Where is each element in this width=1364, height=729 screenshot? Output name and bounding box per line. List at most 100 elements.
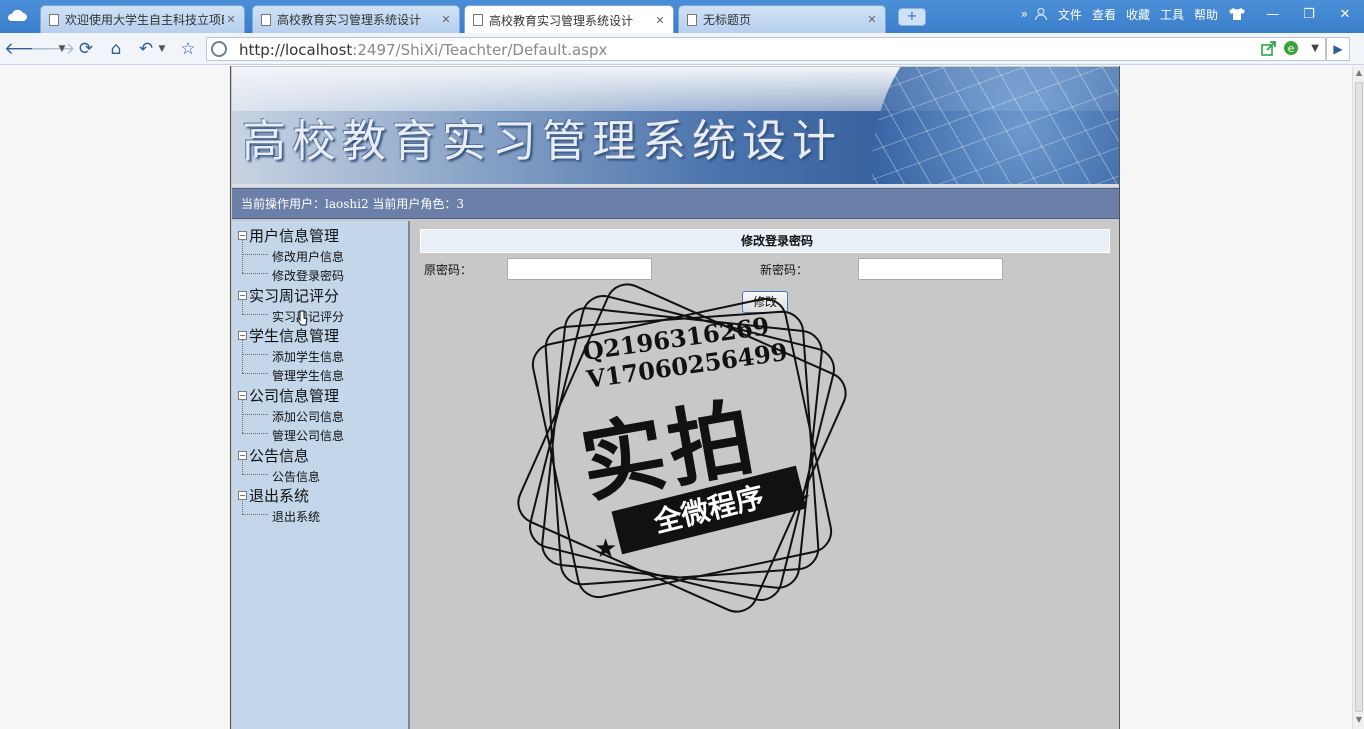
site-banner: 高校教育实习管理系统设计 <box>232 67 1119 187</box>
ie-engine-icon[interactable]: e <box>1283 40 1299 56</box>
url-path: :2497/ShiXi/Teachter/Default.aspx <box>352 41 608 59</box>
tab-label: 无标题页 <box>703 13 752 27</box>
new-tab-button[interactable]: + <box>898 8 926 26</box>
scroll-up-icon[interactable]: ▲ <box>1354 68 1364 80</box>
close-icon[interactable]: ✕ <box>653 14 667 27</box>
tree-group-notice[interactable]: − 公告信息 <box>238 445 309 466</box>
restore-button[interactable]: ❐ <box>1296 7 1322 22</box>
page-icon <box>473 14 483 26</box>
page-icon <box>261 13 271 26</box>
cloud-icon[interactable] <box>6 7 28 23</box>
sidebar-item-manage-company[interactable]: 管理公司信息 <box>272 427 344 444</box>
tree-connector <box>242 499 243 514</box>
tree-connector <box>242 299 243 314</box>
tab-welcome[interactable]: 欢迎使用大学生自主科技立项Ex ✕ <box>40 5 245 33</box>
skin-shirt-icon[interactable] <box>1228 7 1246 21</box>
tree-group-label: 公告信息 <box>249 447 310 465</box>
scrollbar-thumb[interactable] <box>1355 82 1363 712</box>
menu-help[interactable]: 帮助 <box>1194 6 1218 23</box>
modify-button[interactable]: 修改 <box>742 291 788 313</box>
main-content: 修改登录密码 原密码： 新密码： 修改 <box>412 221 1119 729</box>
site-container: 高校教育实习管理系统设计 当前操作用户：laoshi2 当前用户角色：3 − 用… <box>230 66 1120 729</box>
tree-group-label: 公司信息管理 <box>249 387 340 405</box>
page-viewport: 高校教育实习管理系统设计 当前操作用户：laoshi2 当前用户角色：3 − 用… <box>0 66 1352 729</box>
sidebar-item-edit-user[interactable]: 修改用户信息 <box>272 248 344 265</box>
sidebar-item-journal-score[interactable]: 实习周记评分 <box>272 308 344 325</box>
svg-text:e: e <box>1288 42 1295 55</box>
tab-system-design-2[interactable]: 高校教育实习管理系统设计 ✕ <box>464 5 674 34</box>
refresh-icon[interactable]: ⟳ <box>76 39 96 59</box>
close-window-button[interactable]: ✕ <box>1332 7 1358 22</box>
banner-divider <box>232 184 1119 187</box>
old-password-input[interactable] <box>507 258 652 280</box>
forward-icon[interactable]: 🡒 <box>30 39 76 59</box>
user-icon[interactable] <box>1034 7 1048 21</box>
share-icon[interactable] <box>1261 40 1277 56</box>
tree-connector <box>242 514 268 515</box>
history-dropdown-icon[interactable]: ▼ <box>52 39 72 59</box>
tab-system-design-1[interactable]: 高校教育实习管理系统设计 ✕ <box>252 5 460 33</box>
tree-connector <box>242 373 268 374</box>
form-title: 修改登录密码 <box>420 229 1110 253</box>
page-icon <box>687 13 697 26</box>
tree-connector <box>242 314 268 315</box>
tab-label: 欢迎使用大学生自主科技立项Ex <box>65 13 224 27</box>
tree-group-exit[interactable]: − 退出系统 <box>238 485 309 506</box>
chevron-right-icon[interactable]: » <box>1021 7 1028 21</box>
tree-connector <box>242 414 268 415</box>
favorite-star-icon[interactable]: ☆ <box>178 39 198 59</box>
tree-group-label: 学生信息管理 <box>249 327 340 345</box>
tree-group-student[interactable]: − 学生信息管理 <box>238 325 339 346</box>
tree-connector <box>242 459 243 474</box>
sidebar-item-add-company[interactable]: 添加公司信息 <box>272 408 344 425</box>
globe-grid <box>872 67 1119 187</box>
menu-tools[interactable]: 工具 <box>1160 6 1184 23</box>
sidebar-item-notice[interactable]: 公告信息 <box>272 468 320 485</box>
address-toolbar: 🡐 🡒 ▼ ⟳ ⌂ ↶ ▼ ☆ http://localhost:2497/Sh… <box>0 33 1364 65</box>
sidebar-item-exit[interactable]: 退出系统 <box>272 508 320 525</box>
minimize-button[interactable]: — <box>1260 7 1286 22</box>
menu-view[interactable]: 查看 <box>1092 6 1116 23</box>
tab-untitled[interactable]: 无标题页 ✕ <box>678 5 886 33</box>
url-dropdown-icon[interactable]: ▼ <box>1311 43 1319 54</box>
vertical-scrollbar[interactable]: ▲ ▼ <box>1352 66 1364 729</box>
home-icon[interactable]: ⌂ <box>106 39 126 59</box>
tree-group-journal[interactable]: − 实习周记评分 <box>238 285 339 306</box>
tree-connector <box>242 474 268 475</box>
url-host: http://localhost <box>239 41 353 59</box>
tree-connector <box>242 399 243 433</box>
back-icon[interactable]: 🡐 <box>4 39 50 59</box>
scroll-down-icon[interactable]: ▼ <box>1354 715 1364 727</box>
close-icon[interactable]: ✕ <box>439 13 453 26</box>
tree-group-company[interactable]: − 公司信息管理 <box>238 385 339 406</box>
tree-group-label: 用户信息管理 <box>249 227 340 245</box>
undo-dropdown-icon[interactable]: ▼ <box>152 39 172 59</box>
tree-group-user-info[interactable]: − 用户信息管理 <box>238 225 339 246</box>
menu-favorites[interactable]: 收藏 <box>1126 6 1150 23</box>
go-button[interactable]: ▶ <box>1326 37 1350 61</box>
menu-file[interactable]: 文件 <box>1058 6 1082 23</box>
browser-tab-strip: 欢迎使用大学生自主科技立项Ex ✕ 高校教育实习管理系统设计 ✕ 高校教育实习管… <box>0 0 1364 34</box>
new-password-label: 新密码： <box>760 263 809 277</box>
sidebar-item-manage-student[interactable]: 管理学生信息 <box>272 367 344 384</box>
sidebar-item-change-password[interactable]: 修改登录密码 <box>272 267 344 284</box>
tree-connector <box>242 433 268 434</box>
tree-group-label: 实习周记评分 <box>249 287 340 305</box>
tree-connector <box>242 239 243 273</box>
current-user-bar: 当前操作用户：laoshi2 当前用户角色：3 <box>232 188 1119 219</box>
old-password-label: 原密码： <box>424 263 473 277</box>
tree-connector <box>242 254 268 255</box>
tab-label: 高校教育实习管理系统设计 <box>489 13 634 28</box>
close-icon[interactable]: ✕ <box>224 13 238 26</box>
close-icon[interactable]: ✕ <box>865 13 879 26</box>
tab-label: 高校教育实习管理系统设计 <box>277 13 422 27</box>
new-password-input[interactable] <box>858 258 1003 280</box>
tree-connector <box>242 354 268 355</box>
tree-connector <box>242 339 243 373</box>
sidebar-tree: − 用户信息管理 修改用户信息 修改登录密码 − 实习周记评分 实习周记评分 −… <box>232 221 410 729</box>
mouse-cursor-icon <box>296 310 308 326</box>
sidebar-item-add-student[interactable]: 添加学生信息 <box>272 348 344 365</box>
url-field[interactable]: http://localhost:2497/ShiXi/Teachter/Def… <box>206 37 1326 61</box>
page-icon <box>49 13 59 26</box>
security-shield-icon[interactable] <box>211 41 227 57</box>
